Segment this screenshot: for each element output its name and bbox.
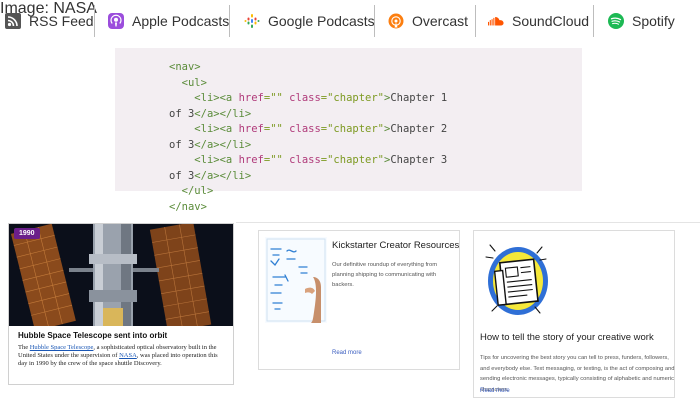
read-more-link[interactable]: Read more xyxy=(332,350,362,356)
soundcloud-icon xyxy=(488,13,504,29)
card-title[interactable]: Kickstarter Creator Resources xyxy=(332,240,459,251)
soundcloud-label: SoundCloud xyxy=(512,13,590,29)
code-example: <nav> <ul> <li><a href="" class="chapter… xyxy=(115,48,582,213)
code-text: <nav> <ul> <li><a href="" class="chapter… xyxy=(169,61,448,213)
spotify-link[interactable]: Spotify xyxy=(608,0,675,42)
divider xyxy=(229,5,230,37)
hubble-telescope-image: 1990 xyxy=(9,224,233,326)
google-podcasts-link[interactable]: Google Podcasts xyxy=(244,0,375,42)
overcast-label: Overcast xyxy=(412,13,469,29)
rss-feed-link[interactable]: RSS Feed xyxy=(5,0,94,42)
card-description: Our definitive roundup of everything fro… xyxy=(332,262,438,288)
podcast-links-bar: RSS Feed Apple Podcasts Google Podcasts … xyxy=(0,0,700,42)
rss-icon xyxy=(5,13,21,29)
divider xyxy=(374,5,375,37)
overcast-icon xyxy=(388,13,404,29)
spotify-icon xyxy=(608,13,624,29)
year-badge: 1990 xyxy=(14,228,40,239)
newspaper-illustration xyxy=(482,237,552,323)
news-title[interactable]: Hubble Space Telescope sent into orbit xyxy=(18,331,167,340)
divider xyxy=(475,5,476,37)
hubble-link[interactable]: Hubble Space Telescope xyxy=(30,344,94,351)
news-body: The Hubble Space Telescope, a sophistica… xyxy=(18,344,218,367)
section-divider xyxy=(236,222,700,223)
divider xyxy=(94,5,95,37)
apple-podcasts-link[interactable]: Apple Podcasts xyxy=(108,0,229,42)
spotify-label: Spotify xyxy=(632,13,675,29)
soundcloud-link[interactable]: SoundCloud xyxy=(488,0,589,42)
rss-feed-label: RSS Feed xyxy=(29,13,94,29)
overcast-link[interactable]: Overcast xyxy=(388,0,468,42)
google-podcasts-label: Google Podcasts xyxy=(268,13,375,29)
divider xyxy=(593,5,594,37)
read-more-link[interactable]: Read more xyxy=(480,388,510,394)
apple-podcasts-icon xyxy=(108,13,124,29)
google-podcasts-icon xyxy=(244,13,260,29)
apple-podcasts-label: Apple Podcasts xyxy=(132,13,230,29)
whiteboard-illustration xyxy=(265,237,327,323)
news-card[interactable]: 1990 Hubble Space Telescope sent into or… xyxy=(8,223,234,385)
resource-card[interactable] xyxy=(258,230,460,370)
nasa-link[interactable]: NASA xyxy=(119,352,137,359)
card-title[interactable]: How to tell the story of your creative w… xyxy=(480,332,654,343)
